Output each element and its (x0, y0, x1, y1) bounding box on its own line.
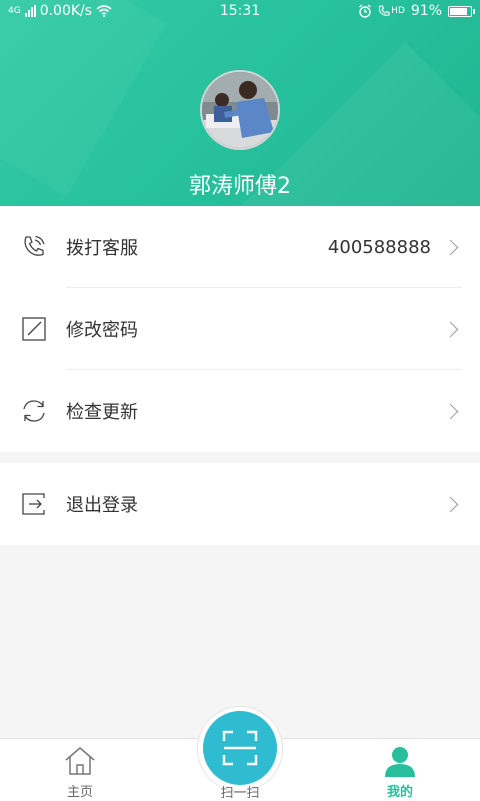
status-bar: 4G 0.00K/s 15:31 HD 91% (0, 0, 480, 24)
refresh-icon (20, 397, 48, 425)
alarm-icon (359, 4, 372, 18)
hd-label: HD (391, 6, 405, 16)
logout-label: 退出登录 (66, 495, 138, 516)
avatar-photo (202, 72, 278, 148)
menu-item-call-service[interactable]: 拨打客服 400588888 (0, 206, 480, 288)
battery-percent: 91% (410, 3, 442, 19)
scan-label: 扫一扫 (220, 786, 260, 801)
user-name: 郭涛师傅2 (189, 174, 291, 199)
tab-mine[interactable]: 我的 (350, 739, 450, 801)
logout-button[interactable]: 退出登录 (0, 463, 480, 545)
chevron-right-icon (442, 496, 459, 512)
hd-call-icon: HD (378, 5, 405, 17)
tab-scan[interactable] (203, 711, 277, 785)
logout-section: 退出登录 (0, 463, 480, 545)
chevron-right-icon (442, 403, 459, 419)
edit-icon (20, 315, 48, 343)
menu-item-check-update[interactable]: 检查更新 (0, 370, 480, 452)
tab-label: 主页 (66, 785, 93, 800)
scan-icon (222, 730, 258, 766)
service-phone-number: 400588888 (327, 236, 431, 258)
tab-home[interactable]: 主页 (30, 739, 130, 801)
menu-list: 拨打客服 400588888 修改密码 检查更新 (0, 206, 480, 452)
phone-icon (20, 233, 48, 261)
battery-icon (448, 5, 475, 17)
user-icon (385, 747, 415, 777)
tab-label: 我的 (386, 785, 413, 800)
menu-item-label: 修改密码 (66, 320, 138, 341)
home-icon (65, 747, 95, 775)
profile-header: 4G 0.00K/s 15:31 HD 91% 郭涛师傅2 (0, 0, 480, 206)
chevron-right-icon (442, 321, 459, 337)
menu-item-label: 检查更新 (66, 402, 138, 423)
avatar[interactable] (200, 70, 280, 150)
menu-item-change-password[interactable]: 修改密码 (0, 288, 480, 370)
chevron-right-icon (442, 239, 459, 255)
logout-icon (20, 490, 48, 518)
menu-item-label: 拨打客服 (66, 238, 138, 259)
